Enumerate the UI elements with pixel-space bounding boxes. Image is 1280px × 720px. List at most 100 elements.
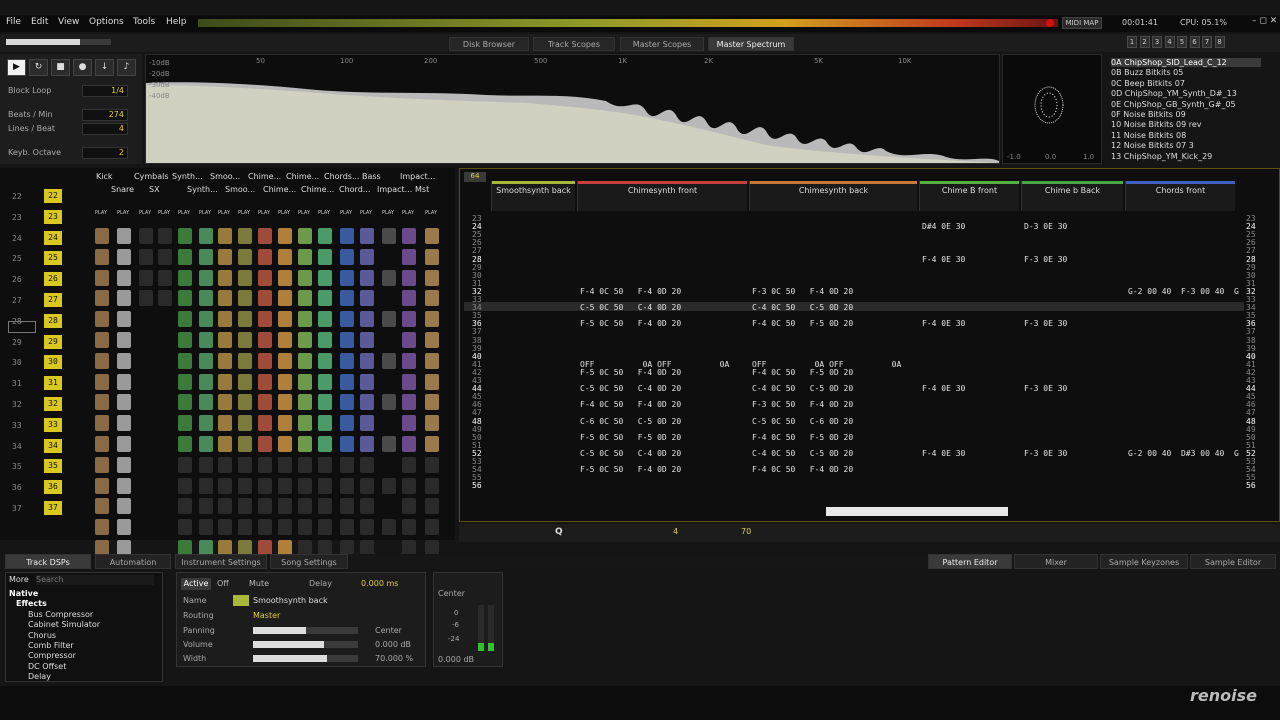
pattern-track-header[interactable]: Chimesynth back: [749, 181, 917, 211]
tab-disk-browser[interactable]: Disk Browser: [449, 37, 529, 51]
matrix-slot[interactable]: [218, 248, 232, 265]
matrix-slot[interactable]: [340, 311, 354, 328]
matrix-slot[interactable]: [382, 311, 396, 328]
matrix-slot[interactable]: [95, 394, 109, 411]
matrix-slot[interactable]: [298, 394, 312, 411]
matrix-slot[interactable]: [199, 456, 213, 473]
matrix-slot[interactable]: [117, 477, 131, 494]
matrix-slot[interactable]: [258, 519, 272, 536]
matrix-slot[interactable]: [218, 519, 232, 536]
tab-track-scopes[interactable]: Track Scopes: [533, 37, 615, 51]
matrix-slot[interactable]: [402, 394, 416, 411]
pattern-note[interactable]: D#4 0E 30: [922, 222, 965, 231]
layout-button-8[interactable]: 8: [1214, 36, 1225, 48]
instrument-item[interactable]: 0B Buzz Bitkits 05: [1111, 68, 1183, 77]
matrix-slot[interactable]: [425, 477, 439, 494]
matrix-slot[interactable]: [298, 269, 312, 286]
matrix-slot[interactable]: [199, 373, 213, 390]
matrix-slot[interactable]: [199, 394, 213, 411]
block-loop-value[interactable]: 1/4: [82, 85, 128, 97]
window-controls[interactable]: – ◻ ✕: [1252, 16, 1277, 26]
matrix-slot[interactable]: [258, 415, 272, 432]
matrix-slot[interactable]: [238, 394, 252, 411]
matrix-slot[interactable]: [238, 498, 252, 515]
pattern-note[interactable]: F-3 0E 30: [1024, 449, 1067, 458]
matrix-slot[interactable]: [360, 311, 374, 328]
matrix-slot[interactable]: [425, 332, 439, 348]
matrix-slot[interactable]: [95, 498, 109, 515]
matrix-slot[interactable]: [199, 269, 213, 286]
pattern-note[interactable]: F-4 0E 30: [922, 449, 965, 458]
sequence-pattern-slot[interactable]: 33: [44, 417, 62, 432]
lower-tab-instrument-settings[interactable]: Instrument Settings: [175, 554, 267, 569]
matrix-slot[interactable]: [218, 290, 232, 307]
matrix-slot[interactable]: [158, 248, 172, 265]
loop-pattern-button[interactable]: ↻: [29, 59, 48, 76]
pattern-track-header[interactable]: Chime b Back: [1021, 181, 1123, 211]
matrix-slot[interactable]: [199, 311, 213, 328]
matrix-slot[interactable]: [360, 436, 374, 452]
pattern-note[interactable]: F-4 0C 50 F-4 0D 20: [580, 287, 681, 296]
matrix-slot[interactable]: [340, 248, 354, 265]
pattern-note[interactable]: F-4 0E 30: [922, 319, 965, 328]
matrix-slot[interactable]: [402, 456, 416, 473]
pattern-note[interactable]: C-4 0C 50 C-5 0D 20: [752, 303, 853, 312]
matrix-slot[interactable]: [382, 352, 396, 369]
matrix-slot[interactable]: [318, 456, 332, 473]
matrix-slot[interactable]: [340, 436, 354, 452]
pattern-track-header[interactable]: Chords front: [1125, 181, 1235, 211]
matrix-slot[interactable]: [360, 248, 374, 265]
matrix-slot[interactable]: [360, 290, 374, 307]
pattern-note[interactable]: F-4 0C 50 F-5 0D 20: [752, 319, 853, 328]
midi-map-button[interactable]: MIDI MAP: [1062, 17, 1102, 29]
matrix-slot[interactable]: [298, 456, 312, 473]
pattern-note[interactable]: F-5 0C 50 F-5 0D 20: [580, 433, 681, 442]
matrix-slot[interactable]: [178, 456, 192, 473]
matrix-slot[interactable]: [360, 519, 374, 536]
matrix-slot[interactable]: [117, 415, 131, 432]
matrix-slot[interactable]: [117, 332, 131, 348]
pattern-note[interactable]: D-3 0E 30: [1024, 222, 1067, 231]
matrix-slot[interactable]: [318, 394, 332, 411]
matrix-slot[interactable]: [258, 373, 272, 390]
matrix-slot[interactable]: [402, 290, 416, 307]
pattern-note[interactable]: F-3 0E 30: [1024, 384, 1067, 393]
matrix-slot[interactable]: [425, 436, 439, 452]
play-button[interactable]: ▶: [7, 59, 26, 76]
matrix-slot[interactable]: [95, 311, 109, 328]
matrix-slot[interactable]: [360, 352, 374, 369]
dsp-effect-item[interactable]: Compressor: [28, 651, 76, 660]
matrix-slot[interactable]: [258, 477, 272, 494]
matrix-slot[interactable]: [158, 269, 172, 286]
matrix-slot[interactable]: [218, 477, 232, 494]
matrix-slot[interactable]: [318, 248, 332, 265]
matrix-slot[interactable]: [298, 311, 312, 328]
stop-button[interactable]: ■: [51, 59, 70, 76]
pattern-note[interactable]: F-4 0C 50 F-5 0D 20: [752, 433, 853, 442]
matrix-slot[interactable]: [117, 290, 131, 307]
routing-value[interactable]: Master: [253, 611, 280, 620]
matrix-slot[interactable]: [425, 415, 439, 432]
matrix-slot[interactable]: [199, 415, 213, 432]
matrix-slot[interactable]: [425, 248, 439, 265]
sequence-pattern-slot[interactable]: 28: [44, 313, 62, 328]
active-toggle[interactable]: Active: [181, 578, 211, 590]
matrix-slot[interactable]: [360, 332, 374, 348]
matrix-slot[interactable]: [95, 269, 109, 286]
pattern-note[interactable]: C-5 0C 50 C-4 0D 20: [580, 384, 681, 393]
matrix-slot[interactable]: [178, 519, 192, 536]
matrix-slot[interactable]: [318, 477, 332, 494]
matrix-slot[interactable]: [340, 290, 354, 307]
matrix-slot[interactable]: [218, 269, 232, 286]
matrix-slot[interactable]: [402, 269, 416, 286]
matrix-slot[interactable]: [340, 373, 354, 390]
instrument-item[interactable]: 11 Noise Bitkits 08: [1111, 131, 1186, 140]
menu-file[interactable]: File: [6, 17, 21, 27]
matrix-slot[interactable]: [258, 352, 272, 369]
matrix-slot[interactable]: [382, 228, 396, 244]
matrix-slot[interactable]: [360, 477, 374, 494]
edit-step-value[interactable]: 4: [673, 527, 678, 536]
matrix-slot[interactable]: [238, 311, 252, 328]
matrix-slot[interactable]: [95, 456, 109, 473]
matrix-slot[interactable]: [258, 228, 272, 244]
